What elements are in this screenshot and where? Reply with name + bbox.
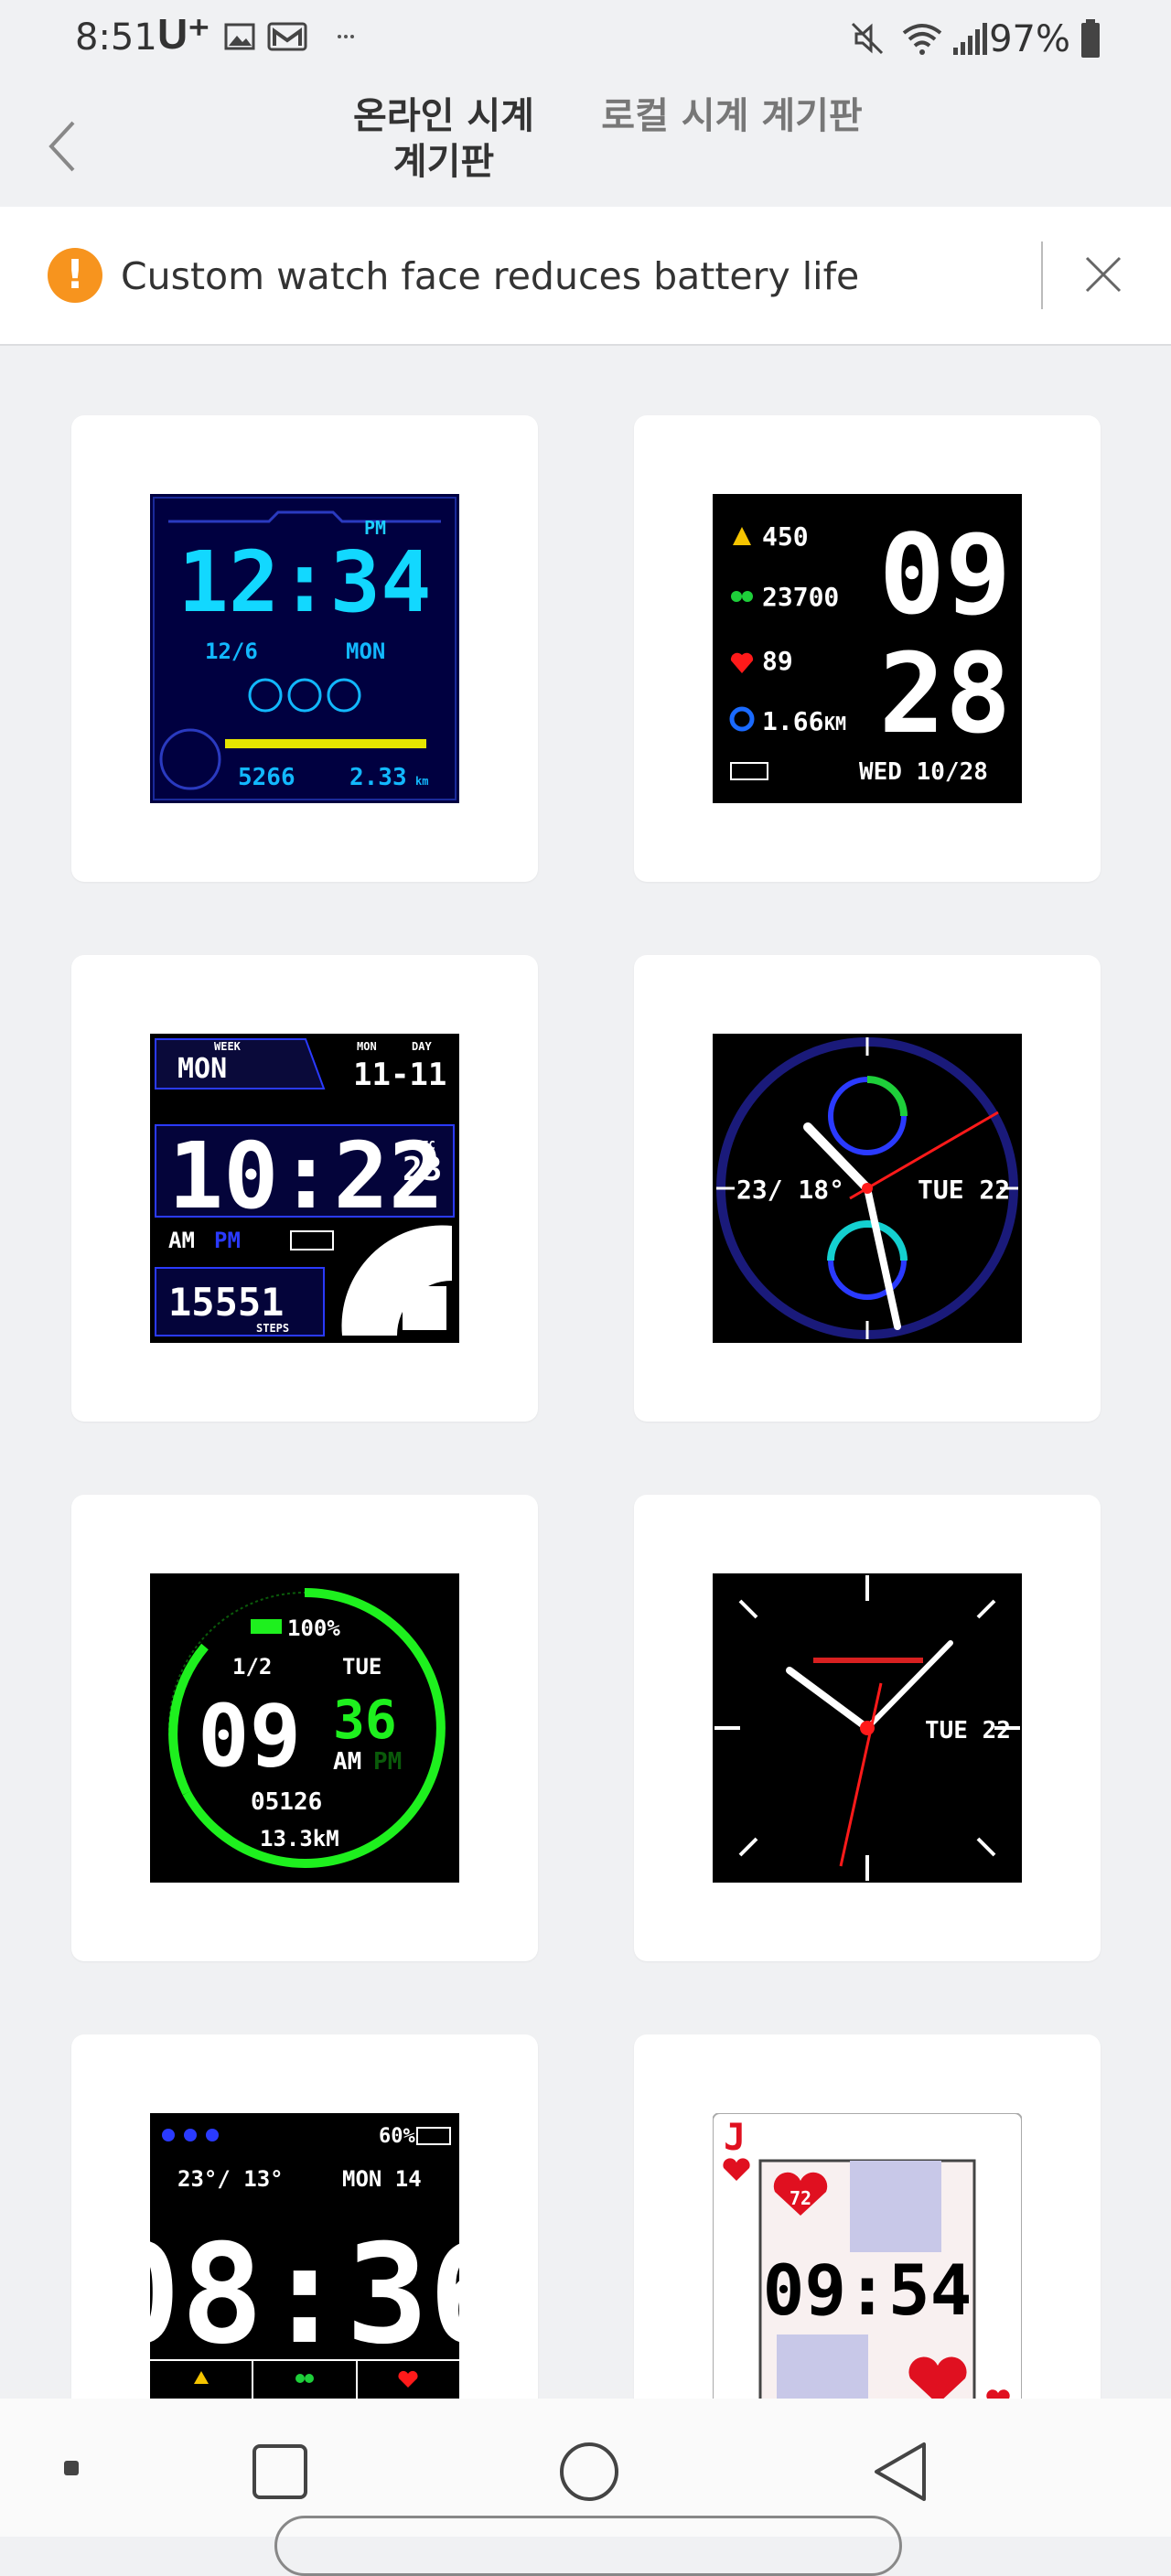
date: 12/6 <box>205 639 258 664</box>
date: TUE 22 <box>925 1717 1011 1744</box>
battery: 60% <box>379 2125 415 2148</box>
card-rank: J <box>724 2117 746 2159</box>
pm: PM <box>373 1748 402 1776</box>
tab-local-watch-face[interactable]: 로컬 시계 계기판 <box>586 93 878 139</box>
battery-warning-banner: ! Custom watch face reduces battery life <box>0 207 1171 346</box>
distance: 2.33 <box>349 764 407 791</box>
time: 09:54 <box>763 2249 972 2331</box>
mon-label: MON <box>357 1040 377 1053</box>
pm: PM <box>214 1228 241 1253</box>
watch-face-preview: J 72 09:54 <box>713 2113 1022 2422</box>
distance: 13.3kM <box>260 1826 339 1852</box>
date: WED 10/28 <box>859 758 988 786</box>
mute-icon <box>851 22 884 55</box>
gesture-handle[interactable] <box>274 2516 902 2576</box>
banner-divider <box>1041 242 1043 309</box>
bubble-value: 72 <box>790 2187 811 2209</box>
signal-icon <box>953 23 987 55</box>
watch-face-preview: 23/ 18° TUE 22 <box>713 1034 1022 1343</box>
steps: 15551 <box>168 1280 284 1325</box>
weekday: TUE <box>342 1654 381 1680</box>
warning-icon: ! <box>48 248 102 303</box>
watch-face-preview: 450 23700 89 1.66 KM 09 28 WED 10/28 <box>713 494 1022 803</box>
watch-face-card-1[interactable]: PM 12:34 12/6 MON 5266 2.33 km <box>71 415 538 882</box>
time: 08:36 <box>150 2216 459 2375</box>
recent-apps-icon[interactable] <box>251 2442 309 2501</box>
date: TUE 22 <box>918 1175 1010 1205</box>
month-day: 11-11 <box>353 1057 446 1093</box>
watch-face-card-4[interactable]: 23/ 18° TUE 22 <box>634 955 1101 1422</box>
back-arrow-icon[interactable] <box>37 110 91 183</box>
battery-icon <box>1081 19 1100 58</box>
watch-face-preview: 60% 23°/ 13° MON 14 08:36 145 2790 75 <box>150 2113 459 2422</box>
watch-face-preview: WEEK MON MON DAY 11-11 10:22 SEC 23 AM P… <box>150 1034 459 1343</box>
hour: 09 <box>879 512 1012 639</box>
day-label: DAY <box>412 1040 432 1053</box>
watch-face-card-3[interactable]: WEEK MON MON DAY 11-11 10:22 SEC 23 AM P… <box>71 955 538 1422</box>
navigation-bar <box>0 2399 1171 2576</box>
carrier-label: U⁺ <box>157 10 210 58</box>
temperature: 23°/ 13° <box>177 2166 284 2192</box>
steps-label: STEPS <box>256 1322 289 1335</box>
minute: 36 <box>333 1689 397 1751</box>
watch-face-preview: PM 12:34 12/6 MON 5266 2.33 km <box>150 494 459 803</box>
minute: 28 <box>879 631 1012 758</box>
home-icon[interactable] <box>558 2441 620 2503</box>
mail-icon <box>267 22 307 51</box>
status-bar: 8:51 U⁺ 97% <box>0 0 1171 82</box>
time: 12:34 <box>178 533 432 631</box>
unit: KM <box>824 713 846 735</box>
steps: 23700 <box>762 582 839 612</box>
seconds: 23 <box>403 1151 442 1188</box>
header: 온라인 시계 계기판 로컬 시계 계기판 <box>0 82 1171 207</box>
calories: 450 <box>762 521 809 552</box>
gallery-icon <box>224 23 255 50</box>
am: AM <box>168 1228 195 1253</box>
watch-face-preview: TUE 22 <box>713 1573 1022 1883</box>
watch-face-card-5[interactable]: 100% 1/2 TUE 09 36 AM PM 05126 13.3kM <box>71 1495 538 1961</box>
hour: 09 <box>198 1687 301 1787</box>
dot-icon[interactable] <box>62 2459 81 2477</box>
steps: 5266 <box>238 764 295 791</box>
heart-rate: 89 <box>762 646 793 676</box>
more-notifications-icon <box>338 35 354 38</box>
week-label: WEEK <box>214 1040 242 1053</box>
am: AM <box>333 1748 361 1776</box>
wifi-icon <box>902 24 942 55</box>
watch-face-card-6[interactable]: TUE 22 <box>634 1495 1101 1961</box>
banner-text: Custom watch face reduces battery life <box>121 254 860 298</box>
watch-face-card-2[interactable]: 450 23700 89 1.66 KM 09 28 WED 10/28 <box>634 415 1101 882</box>
day: MON <box>346 639 385 664</box>
weekday: MON <box>177 1053 227 1085</box>
date: MON 14 <box>342 2166 422 2192</box>
battery: 100% <box>287 1615 340 1641</box>
distance: 1.66 <box>762 706 823 736</box>
steps: 05126 <box>251 1788 322 1816</box>
sec-label: SEC <box>415 1139 435 1152</box>
tab-online-line1: 온라인 시계 <box>353 95 534 137</box>
watch-face-preview: 100% 1/2 TUE 09 36 AM PM 05126 13.3kM <box>150 1573 459 1883</box>
temperature: 23/ 18° <box>736 1175 844 1205</box>
tab-online-watch-face[interactable]: 온라인 시계 계기판 <box>338 93 549 185</box>
status-time: 8:51 <box>75 16 157 59</box>
back-icon[interactable] <box>869 2439 931 2505</box>
date: 1/2 <box>232 1654 272 1680</box>
tab-online-line2: 계기판 <box>392 141 495 183</box>
battery-percent: 97% <box>989 18 1070 60</box>
unit: km <box>415 775 428 788</box>
close-icon[interactable] <box>1080 251 1127 298</box>
